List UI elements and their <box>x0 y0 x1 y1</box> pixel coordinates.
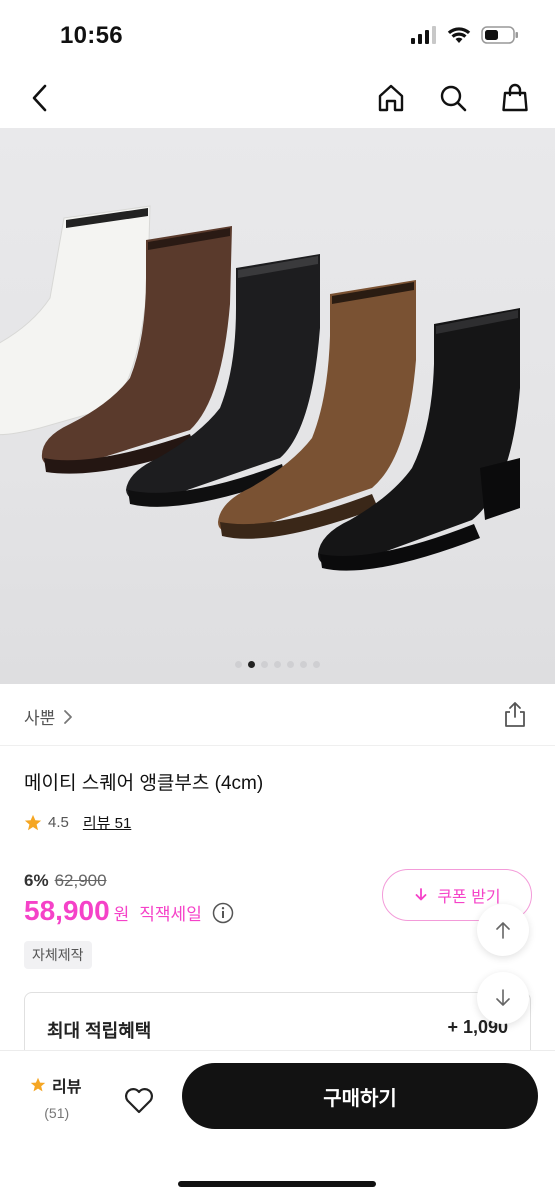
original-price: 62,900 <box>54 871 107 890</box>
pager-dot[interactable] <box>248 661 255 668</box>
arrow-up-icon <box>496 922 510 939</box>
wifi-icon <box>447 27 471 43</box>
scroll-top-button[interactable] <box>477 904 529 956</box>
home-indicator <box>178 1181 376 1187</box>
nav-actions <box>373 80 533 116</box>
product-title: 메이티 스퀘어 앵클부츠 (4cm) <box>24 773 264 794</box>
star-icon <box>30 1077 46 1092</box>
status-icons <box>411 26 519 44</box>
coupon-label: 쿠폰 받기 <box>437 889 501 906</box>
info-icon[interactable] <box>212 902 234 924</box>
pager-dot[interactable] <box>261 661 268 668</box>
pager-dot[interactable] <box>235 661 242 668</box>
pager-dot[interactable] <box>274 661 281 668</box>
search-icon <box>440 85 467 112</box>
home-button[interactable] <box>373 80 409 116</box>
gallery-pager <box>0 661 555 668</box>
rating-value: 4.5 <box>48 814 69 831</box>
like-button[interactable] <box>122 1083 156 1117</box>
brand-row: 사뿐 <box>0 684 555 746</box>
brand-link[interactable]: 사뿐 <box>24 704 73 729</box>
review-summary-button[interactable]: 리뷰 (51) <box>30 1073 81 1121</box>
share-icon <box>505 702 525 727</box>
search-button[interactable] <box>435 80 471 116</box>
back-button[interactable] <box>22 80 58 116</box>
product-tag: 자체제작 <box>24 941 92 969</box>
pager-dot[interactable] <box>313 661 320 668</box>
boots-illustration <box>0 205 520 571</box>
review-summary-top: 리뷰 <box>30 1073 81 1097</box>
sale-type-label: 직잭세일 <box>139 905 202 924</box>
product-image[interactable] <box>0 128 555 684</box>
review-summary-count: (51) <box>44 1105 70 1121</box>
scroll-bottom-button[interactable] <box>477 972 529 1024</box>
sale-price: 58,900 <box>24 895 110 926</box>
chevron-left-icon <box>32 84 47 112</box>
brand-name: 사뿐 <box>24 709 56 728</box>
download-icon <box>415 888 427 901</box>
status-bar: 10:56 <box>0 0 555 70</box>
price-row: 58,900 원 직잭세일 <box>24 895 234 927</box>
benefit-label: 최대 적립혜택 <box>47 1021 152 1041</box>
pager-dot[interactable] <box>287 661 294 668</box>
discount-percent: 6% <box>24 871 49 890</box>
bottom-action-bar: 리뷰 (51) 구매하기 <box>0 1050 555 1200</box>
currency-label: 원 <box>113 905 130 924</box>
rating-row: 4.5 리뷰 51 <box>24 812 131 833</box>
star-icon <box>24 814 42 830</box>
battery-icon <box>481 26 518 44</box>
buy-button[interactable]: 구매하기 <box>182 1063 538 1129</box>
status-time: 10:56 <box>60 22 123 49</box>
arrow-down-icon <box>496 989 510 1006</box>
discount-row: 6% 62,900 <box>24 871 107 891</box>
cart-button[interactable] <box>497 80 533 116</box>
pager-dot[interactable] <box>300 661 307 668</box>
signal-icon <box>411 26 436 44</box>
heart-icon <box>125 1088 153 1114</box>
chevron-right-icon <box>64 709 73 724</box>
nav-bar <box>0 70 555 128</box>
shopping-bag-icon <box>502 83 528 112</box>
review-summary-label: 리뷰 <box>52 1079 82 1096</box>
review-link[interactable]: 리뷰 51 <box>83 812 131 833</box>
share-button[interactable] <box>501 700 529 728</box>
home-icon <box>378 84 404 112</box>
